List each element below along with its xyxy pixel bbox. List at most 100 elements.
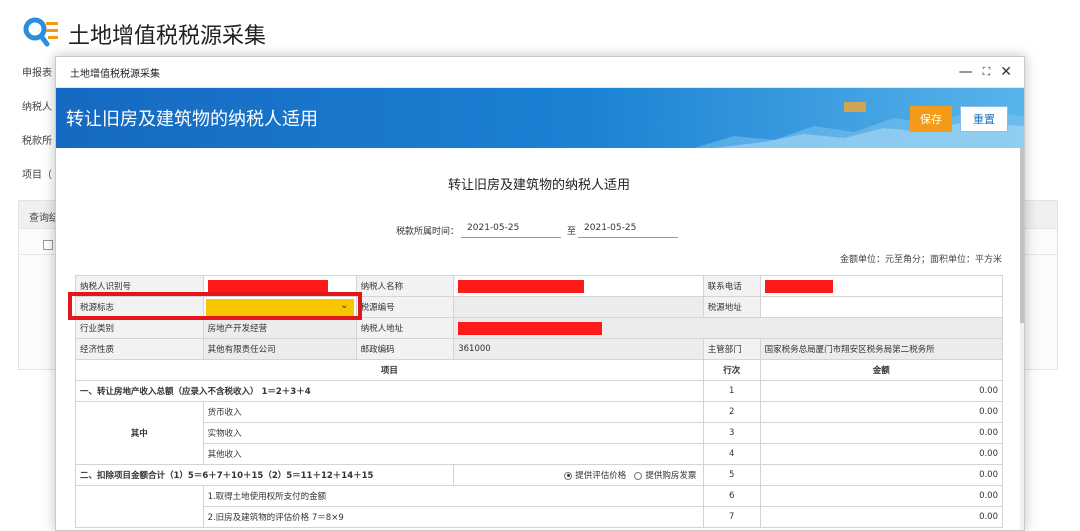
row-line: 4 xyxy=(702,443,761,465)
source-no-field[interactable] xyxy=(453,296,704,318)
row-amount[interactable]: 0.00 xyxy=(759,422,1004,444)
row-label: 实物收入 xyxy=(202,422,704,444)
source-flag-cell: ⌄ xyxy=(202,296,357,318)
postcode-value: 361000 xyxy=(453,338,704,360)
dialog-title: 土地增值税税源采集 xyxy=(70,68,160,80)
row-amount[interactable]: 0.00 xyxy=(759,443,1004,465)
row-line: 3 xyxy=(702,422,761,444)
save-button[interactable]: 保存 xyxy=(910,106,952,132)
row-amount[interactable]: 0.00 xyxy=(759,380,1004,402)
source-addr-field[interactable] xyxy=(759,296,1004,318)
radio-invoice-label: 提供购房发票 xyxy=(645,471,697,481)
table-row: 二、扣除项目金额合计（1）5＝6＋7＋10＋15（2）5＝11＋12＋14＋15… xyxy=(74,464,1004,486)
row-label: 2.旧房及建筑物的评估价格 7＝8×9 xyxy=(202,506,704,528)
period-start-field[interactable]: 2021-05-25 xyxy=(461,223,562,238)
banner-actions: 保存 重置 xyxy=(910,106,1008,132)
econ-label: 经济性质 xyxy=(75,338,204,360)
reset-button[interactable]: 重置 xyxy=(960,106,1008,132)
row-line: 5 xyxy=(702,464,761,486)
taxpayer-id-label: 纳税人识别号 xyxy=(75,275,204,297)
row-line: 1 xyxy=(702,380,761,402)
col-amount-header: 金额 xyxy=(759,359,1004,381)
row-label: 一、转让房地产收入总额（应录入不含税收入） 1＝2＋3＋4 xyxy=(75,380,704,402)
redaction-mark xyxy=(207,279,328,293)
col-item-header: 项目 xyxy=(75,359,704,381)
postcode-label: 邮政编码 xyxy=(355,338,455,360)
background-form-labels: 申报表 纳税人 税款所 项目（ xyxy=(22,62,52,198)
taxpayer-id-field[interactable] xyxy=(202,275,357,297)
period-end-field[interactable]: 2021-05-25 xyxy=(578,223,679,238)
tax-search-logo-icon xyxy=(22,14,62,54)
taxpayer-name-field[interactable] xyxy=(453,275,704,297)
row-label: 1.取得土地使用权所支付的金额 xyxy=(202,485,704,507)
taxpayer-addr-field[interactable] xyxy=(453,317,1003,339)
scrollbar-thumb[interactable] xyxy=(1020,148,1024,323)
industry-value: 房地产开发经营 xyxy=(202,317,357,339)
table-row: 实物收入 3 0.00 xyxy=(76,422,1004,444)
form-title: 转让旧房及建筑物的纳税人适用 xyxy=(447,178,630,193)
dialog-titlebar: 土地增值税税源采集 — ⛶ ✕ xyxy=(56,57,1024,88)
group-label: 其中 xyxy=(75,401,204,465)
source-flag-select[interactable]: ⌄ xyxy=(205,298,354,316)
window-controls: — ⛶ ✕ xyxy=(959,64,1012,80)
row-amount[interactable]: 0.00 xyxy=(759,401,1004,423)
table-header-row: 项目 行次 金额 xyxy=(75,359,1004,381)
row-label: 二、扣除项目金额合计（1）5＝6＋7＋10＋15（2）5＝11＋12＋14＋15 xyxy=(74,464,455,486)
source-no-label: 税源编号 xyxy=(355,296,455,318)
authority-value: 国家税务总局厦门市翔安区税务局第二税务所 xyxy=(759,338,1004,360)
tax-period: 税款所属时间： 2021-05-25 至 2021-05-25 xyxy=(396,223,684,238)
phone-label: 联系电话 xyxy=(702,275,761,297)
taxpayer-name-label: 纳税人名称 xyxy=(355,275,455,297)
row-label: 货币收入 xyxy=(202,401,704,423)
bg-label: 项目（ xyxy=(22,170,52,181)
group-label-empty xyxy=(75,485,204,528)
maximize-icon[interactable]: ⛶ xyxy=(983,65,991,79)
select-all-checkbox[interactable] xyxy=(43,240,53,250)
radio-appraisal[interactable] xyxy=(564,471,573,480)
table-row: 行业类别 房地产开发经营 纳税人地址 xyxy=(75,317,1003,339)
row-line: 6 xyxy=(702,485,761,507)
industry-label: 行业类别 xyxy=(75,317,204,339)
table-row: 一、转让房地产收入总额（应录入不含税收入） 1＝2＋3＋4 1 0.00 xyxy=(75,380,1004,402)
row-amount[interactable]: 0.00 xyxy=(759,485,1004,507)
table-row: 2.旧房及建筑物的评估价格 7＝8×9 7 0.00 xyxy=(76,506,1004,528)
form-content: 转让旧房及建筑物的纳税人适用 税款所属时间： 2021-05-25 至 2021… xyxy=(56,148,1022,530)
radio-invoice[interactable] xyxy=(634,471,643,480)
row-line: 7 xyxy=(702,506,761,528)
bg-label: 纳税人 xyxy=(22,102,52,113)
row-label: 其他收入 xyxy=(202,443,704,465)
unit-note: 金额单位：元至角分；面积单位：平方米 xyxy=(839,255,1002,265)
phone-field[interactable] xyxy=(759,275,1004,297)
table-row: 其他收入 4 0.00 xyxy=(76,443,1004,465)
table-row: 纳税人识别号 纳税人名称 联系电话 xyxy=(75,275,1004,297)
row-line: 2 xyxy=(702,401,761,423)
redaction-mark xyxy=(458,279,585,293)
table-row: 税源标志 ⌄ 税源编号 税源地址 xyxy=(75,296,1004,318)
authority-label: 主管部门 xyxy=(702,338,761,360)
row-amount[interactable]: 0.00 xyxy=(759,506,1004,528)
minimize-icon[interactable]: — xyxy=(959,64,973,80)
form-banner: 转让旧房及建筑物的纳税人适用 保存 重置 xyxy=(56,88,1024,148)
vertical-scrollbar[interactable] xyxy=(1020,148,1024,530)
close-icon[interactable]: ✕ xyxy=(1000,64,1012,80)
source-flag-label: 税源标志 xyxy=(75,296,204,318)
tax-source-table: 纳税人识别号 纳税人名称 联系电话 税源标志 ⌄ 税源编号 税源地址 行业类别 … xyxy=(74,275,1004,528)
bg-label: 税款所 xyxy=(22,136,52,147)
col-line-header: 行次 xyxy=(702,359,761,381)
period-to-label: 至 xyxy=(567,227,577,237)
banner-title: 转让旧房及建筑物的纳税人适用 xyxy=(66,109,318,130)
chevron-down-icon: ⌄ xyxy=(340,299,349,311)
page-header: 土地增值税税源采集 xyxy=(22,14,266,54)
redaction-mark xyxy=(458,321,603,335)
page-title: 土地增值税税源采集 xyxy=(68,24,267,49)
valuation-method-cell: 提供评估价格 提供购房发票 xyxy=(453,464,704,486)
table-row: 经济性质 其他有限责任公司 邮政编码 361000 主管部门 国家税务总局厦门市… xyxy=(75,338,1004,360)
radio-appraisal-label: 提供评估价格 xyxy=(575,471,627,481)
row-amount[interactable]: 0.00 xyxy=(759,464,1004,486)
table-row: 其中 货币收入 2 0.00 xyxy=(75,401,1004,465)
tax-source-dialog: 土地增值税税源采集 — ⛶ ✕ 转让旧房及建筑物的纳税人适用 保存 重置 转让旧… xyxy=(55,56,1025,531)
redaction-mark xyxy=(764,279,833,293)
bg-label: 申报表 xyxy=(22,68,52,79)
table-row: 1.取得土地使用权所支付的金额 6 0.00 xyxy=(75,485,1004,528)
source-addr-label: 税源地址 xyxy=(702,296,761,318)
